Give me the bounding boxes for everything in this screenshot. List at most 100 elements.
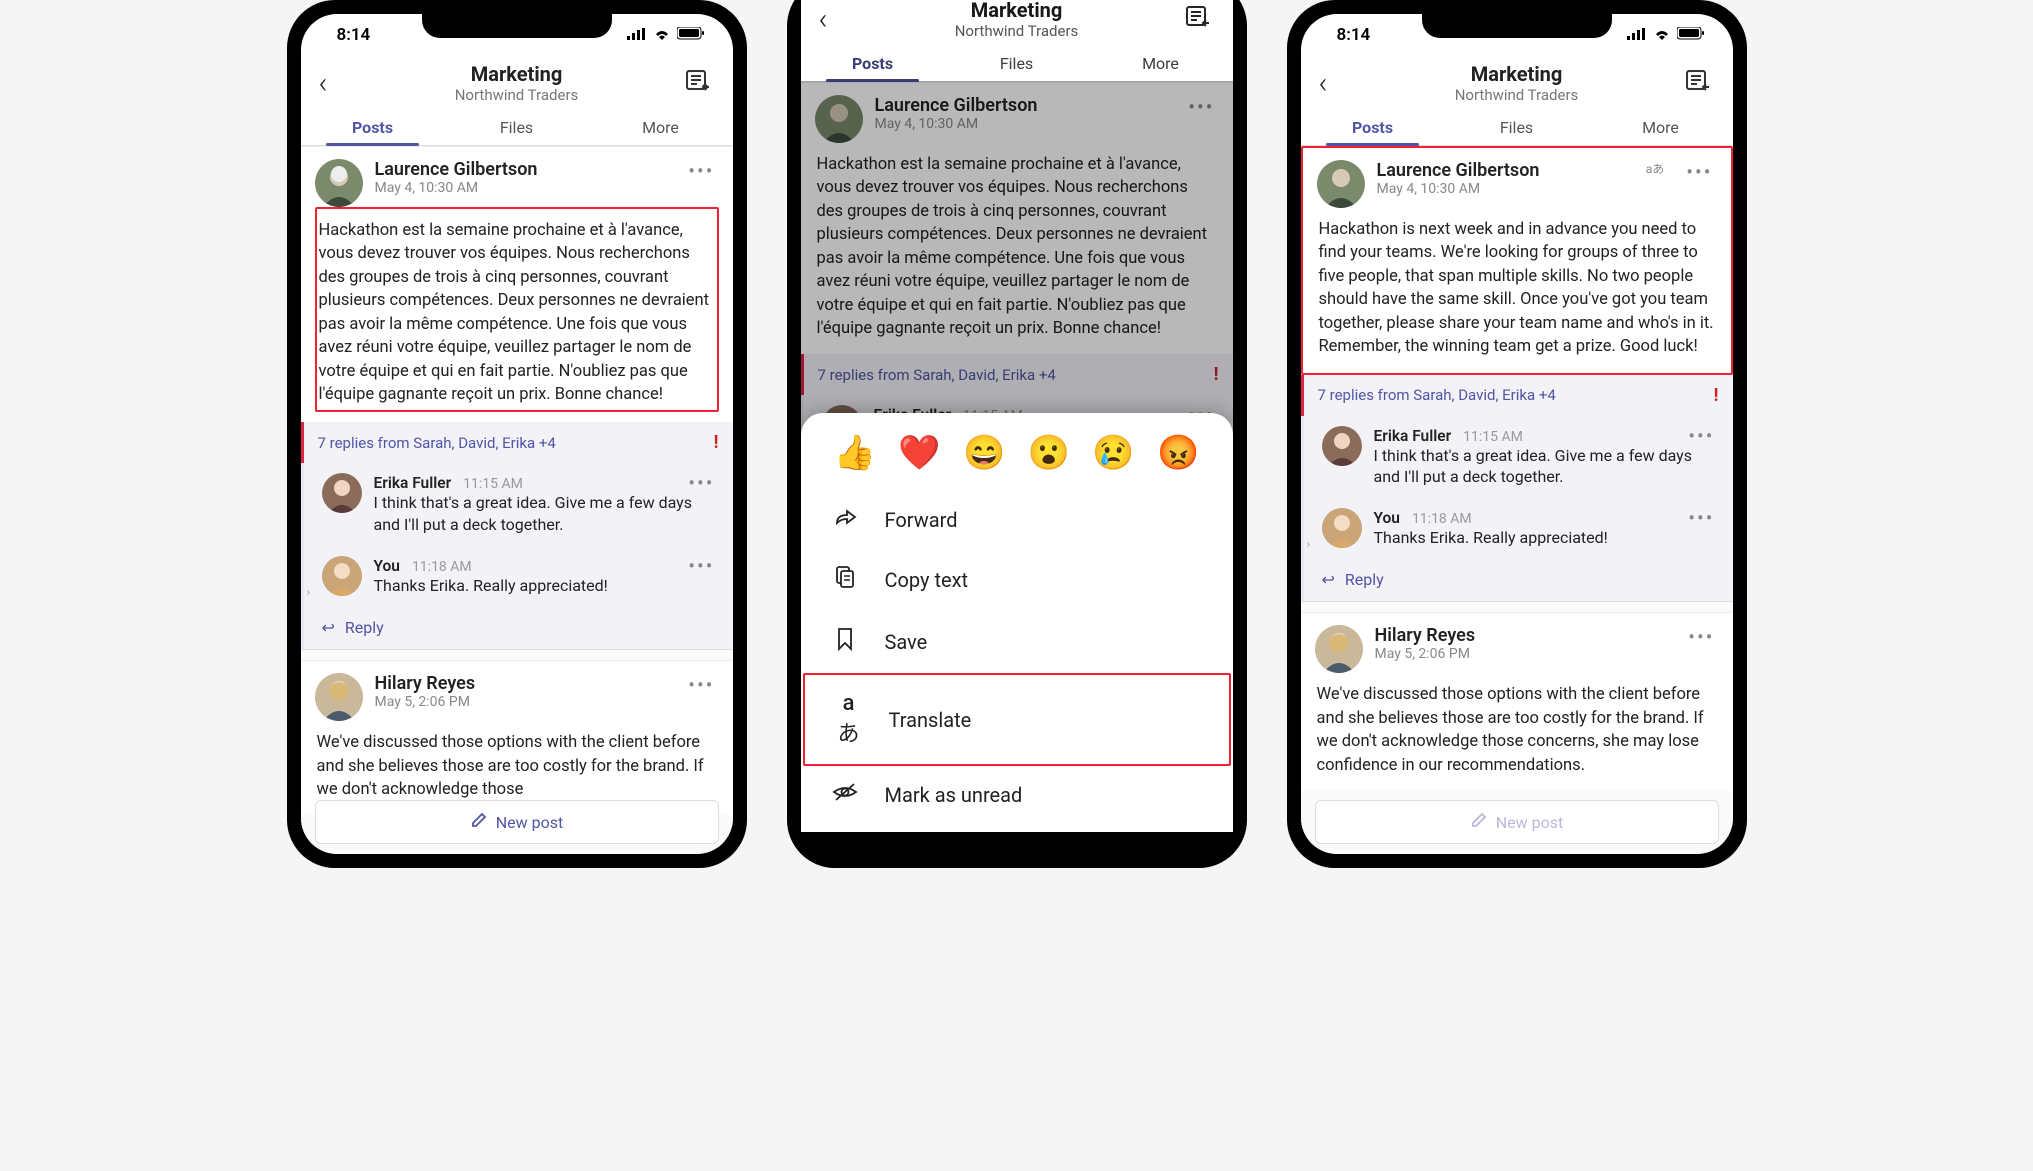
post-menu-button[interactable]: •••: [684, 673, 718, 697]
urgent-icon: !: [714, 432, 719, 453]
post-body-en[interactable]: Hackathon is next week and in advance yo…: [1317, 208, 1717, 363]
post-menu-button[interactable]: •••: [1684, 625, 1718, 649]
avatar-laurence[interactable]: [1317, 160, 1365, 208]
tab-posts[interactable]: Posts: [301, 108, 445, 145]
status-time: 8:14: [337, 25, 371, 45]
post-2: Hilary Reyes May 5, 2:06 PM ••• We've di…: [301, 660, 733, 815]
menu-forward[interactable]: Forward: [801, 491, 1233, 549]
channel-details-icon[interactable]: [685, 69, 715, 97]
translate-icon: aあ: [835, 691, 863, 748]
post-time: May 4, 10:30 AM: [375, 180, 673, 196]
post-body[interactable]: We've discussed those options with the c…: [315, 721, 719, 805]
avatar-erika[interactable]: [322, 473, 362, 513]
post-2: Hilary Reyes May 5, 2:06 PM ••• We've di…: [1301, 612, 1733, 791]
tab-posts[interactable]: Posts: [1301, 108, 1445, 145]
tabs: Posts Files More: [801, 44, 1233, 82]
channel-details-icon[interactable]: [1185, 5, 1215, 33]
reply-button[interactable]: ↩ Reply: [301, 606, 733, 650]
post-menu-button[interactable]: •••: [684, 159, 718, 183]
screen-2: ‹ Marketing Northwind Traders Posts File…: [801, 0, 1233, 832]
avatar-erika[interactable]: [1322, 426, 1362, 466]
urgent-icon: !: [1214, 364, 1219, 385]
channel-details-icon[interactable]: [1685, 69, 1715, 97]
wifi-icon: [1653, 25, 1671, 45]
screen-1: 8:14 ‹ Marketing Northwind Traders Posts…: [301, 14, 733, 854]
post-body[interactable]: We've discussed those options with the c…: [1315, 673, 1719, 781]
reply-author: Erika Fuller: [374, 474, 452, 492]
status-time: 8:14: [1337, 25, 1371, 45]
menu-translate[interactable]: aあ Translate: [803, 673, 1231, 766]
post-1: Laurence Gilbertson May 4, 10:30 AM ••• …: [301, 146, 733, 422]
avatar-hilary[interactable]: [1315, 625, 1363, 673]
back-button[interactable]: ‹: [1319, 66, 1349, 101]
post-author: Laurence Gilbertson: [1377, 160, 1634, 181]
tab-files[interactable]: Files: [1445, 108, 1589, 145]
reaction-sad[interactable]: 😢: [1092, 433, 1134, 473]
reply-menu-button[interactable]: •••: [1684, 424, 1718, 448]
tab-more[interactable]: More: [1089, 44, 1233, 81]
tabs: Posts Files More: [1301, 108, 1733, 146]
tab-files[interactable]: Files: [945, 44, 1089, 81]
post-time: May 5, 2:06 PM: [1375, 646, 1673, 662]
reaction-surprised[interactable]: 😮: [1028, 433, 1070, 473]
translated-badge-icon: aあ: [1646, 160, 1665, 177]
post-body-fr[interactable]: Hackathon est la semaine prochaine et à …: [815, 143, 1219, 344]
menu-translate-label: Translate: [889, 708, 972, 732]
dimmed-content: ‹ Marketing Northwind Traders Posts File…: [801, 0, 1233, 455]
reaction-heart[interactable]: ❤️: [898, 433, 940, 473]
avatar-you[interactable]: [1322, 508, 1362, 548]
reaction-angry[interactable]: 😡: [1157, 433, 1199, 473]
new-post-button[interactable]: New post: [315, 800, 719, 844]
avatar-you[interactable]: [322, 556, 362, 596]
reply-time: 11:15 AM: [463, 476, 523, 492]
post-body-fr[interactable]: Hackathon est la semaine prochaine et à …: [315, 207, 719, 412]
back-button[interactable]: ‹: [819, 2, 849, 37]
reply-menu-button[interactable]: •••: [684, 554, 718, 578]
reply-body: I think that's a great idea. Give me a f…: [1374, 445, 1719, 488]
feed[interactable]: Laurence Gilbertson May 4, 10:30 AM aあ •…: [1301, 146, 1733, 854]
battery-icon: [1677, 25, 1705, 45]
post-author: Hilary Reyes: [1375, 625, 1673, 646]
post-menu-button[interactable]: •••: [1682, 160, 1716, 184]
reaction-row: 👍 ❤️ 😄 😮 😢 😡: [801, 427, 1233, 491]
forward-icon: [831, 507, 859, 533]
tab-more[interactable]: More: [1589, 108, 1733, 145]
reaction-thumbsup[interactable]: 👍: [834, 433, 876, 473]
replies-summary[interactable]: 7 replies from Sarah, David, Erika +4 !: [1301, 375, 1733, 416]
avatar-laurence[interactable]: [815, 95, 863, 143]
post-menu-button[interactable]: •••: [1184, 95, 1218, 119]
channel-title: Marketing: [361, 62, 673, 86]
reaction-laugh[interactable]: 😄: [963, 433, 1005, 473]
bookmark-icon: [831, 627, 859, 657]
replies-summary[interactable]: 7 replies from Sarah, David, Erika +4 !: [801, 354, 1233, 395]
phone-3: 8:14 ‹ Marketing Northwind Traders Posts…: [1287, 0, 1747, 868]
reply-time: 11:15 AM: [1463, 429, 1523, 445]
channel-header: ‹ Marketing Northwind Traders: [1301, 56, 1733, 108]
reply-button[interactable]: ↩ Reply: [1301, 558, 1733, 602]
tab-posts[interactable]: Posts: [801, 44, 945, 81]
reply-menu-button[interactable]: •••: [684, 471, 718, 495]
back-button[interactable]: ‹: [319, 66, 349, 101]
status-icons: [627, 25, 705, 45]
signal-icon: [627, 25, 647, 45]
channel-subtitle: Northwind Traders: [361, 86, 673, 104]
channel-subtitle: Northwind Traders: [861, 22, 1173, 40]
menu-unread[interactable]: Mark as unread: [801, 766, 1233, 824]
menu-save[interactable]: Save: [801, 611, 1233, 673]
reply-body: I think that's a great idea. Give me a f…: [374, 492, 719, 535]
reply-arrow-icon: ↩: [1322, 570, 1335, 589]
new-post-button[interactable]: New post: [1315, 800, 1719, 844]
reply-body: Thanks Erika. Really appreciated!: [1374, 527, 1719, 549]
avatar-hilary[interactable]: [315, 673, 363, 721]
avatar-laurence[interactable]: [315, 159, 363, 207]
replies-text: 7 replies from Sarah, David, Erika +4: [1318, 386, 1556, 404]
menu-copy[interactable]: Copy text: [801, 549, 1233, 611]
post-time: May 5, 2:06 PM: [375, 694, 673, 710]
tab-files[interactable]: Files: [445, 108, 589, 145]
menu-copy-label: Copy text: [885, 568, 969, 592]
tab-more[interactable]: More: [589, 108, 733, 145]
replies-summary[interactable]: 7 replies from Sarah, David, Erika +4 !: [301, 422, 733, 463]
reply-menu-button[interactable]: •••: [1684, 506, 1718, 530]
post-time: May 4, 10:30 AM: [875, 116, 1173, 132]
feed[interactable]: Laurence Gilbertson May 4, 10:30 AM ••• …: [301, 146, 733, 854]
